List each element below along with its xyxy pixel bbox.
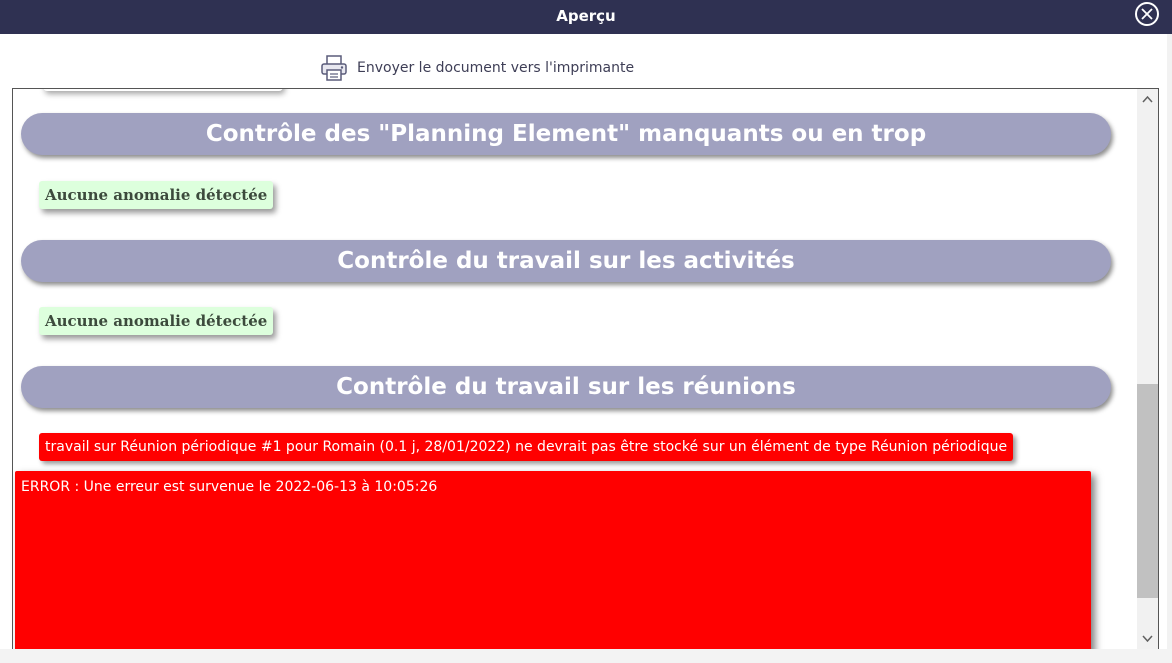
window-titlebar: Aperçu xyxy=(0,0,1172,34)
window-footer xyxy=(0,649,1172,663)
error-line-meetings: travail sur Réunion périodique #1 pour R… xyxy=(39,433,1014,461)
scroll-down-button[interactable] xyxy=(1137,629,1158,649)
previous-item-edge xyxy=(43,89,283,91)
close-button[interactable] xyxy=(1135,2,1159,26)
print-button[interactable]: Envoyer le document vers l'imprimante xyxy=(320,54,634,82)
status-badge-activities: Aucune anomalie détectée xyxy=(39,307,274,335)
status-badge-planning-elements: Aucune anomalie détectée xyxy=(39,181,274,209)
error-message: ERROR : Une erreur est survenue le 2022-… xyxy=(21,479,438,495)
chevron-up-icon xyxy=(1142,95,1153,103)
close-icon xyxy=(1141,8,1153,20)
scrollbar-thumb[interactable] xyxy=(1137,384,1158,598)
window-title: Aperçu xyxy=(556,7,616,25)
section-header-meetings: Contrôle du travail sur les réunions xyxy=(21,366,1111,408)
chevron-down-icon xyxy=(1142,635,1153,643)
window-edge xyxy=(1167,34,1172,663)
print-label: Envoyer le document vers l'imprimante xyxy=(357,60,635,76)
vertical-scrollbar[interactable] xyxy=(1137,89,1158,649)
printer-icon xyxy=(321,55,347,81)
scroll-up-button[interactable] xyxy=(1137,89,1158,109)
error-box: ERROR : Une erreur est survenue le 2022-… xyxy=(15,471,1091,649)
section-header-planning-elements: Contrôle des "Planning Element" manquant… xyxy=(21,113,1111,155)
preview-frame: Contrôle des "Planning Element" manquant… xyxy=(12,88,1159,650)
section-header-activities: Contrôle du travail sur les activités xyxy=(21,240,1111,282)
